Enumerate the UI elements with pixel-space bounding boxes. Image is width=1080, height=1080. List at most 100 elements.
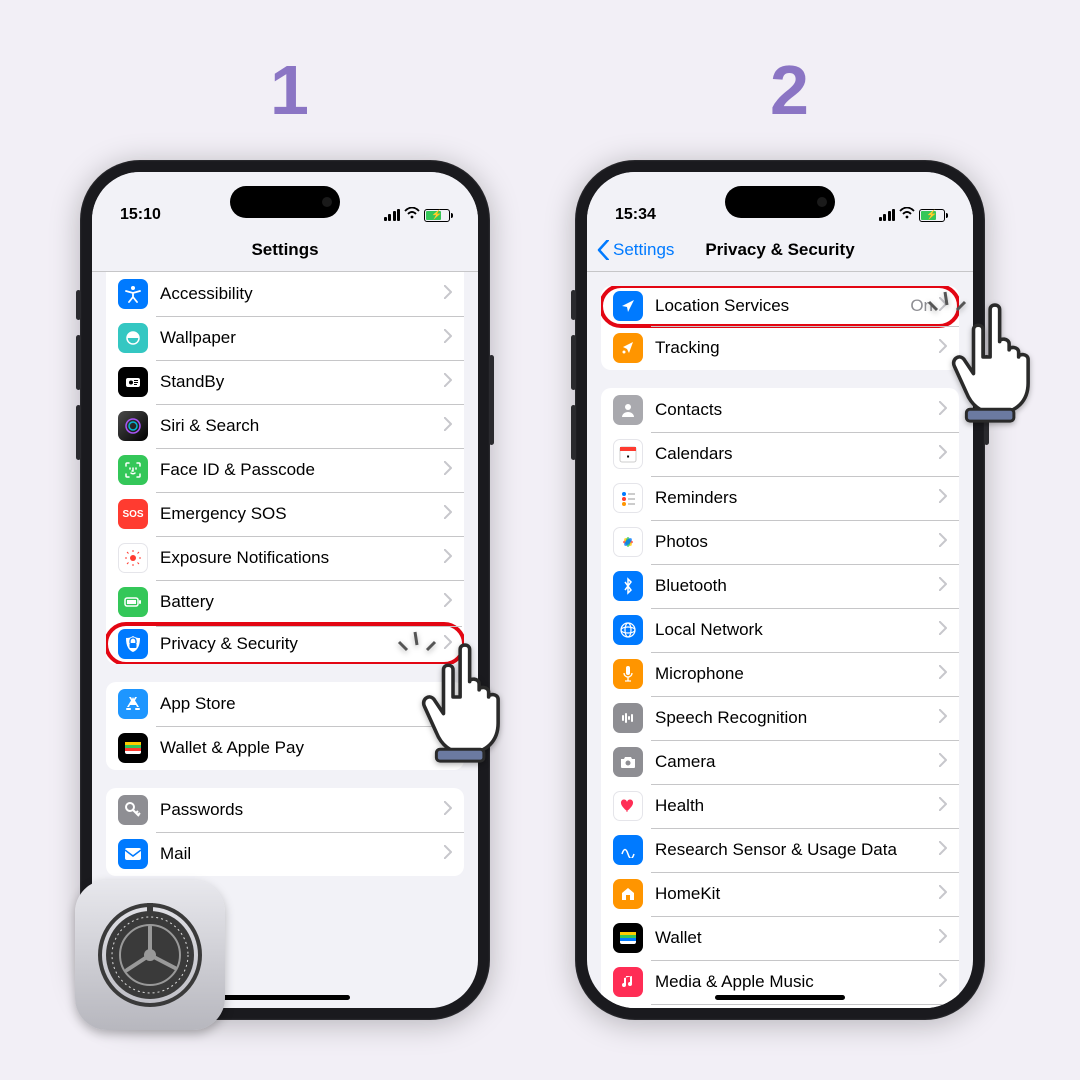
tap-indicator-1 [415, 640, 510, 770]
row-label: Face ID & Passcode [160, 460, 444, 480]
nav-bar: Settings Privacy & Security [587, 228, 973, 272]
appstore-icon [118, 689, 148, 719]
nav-back-button[interactable]: Settings [597, 240, 674, 260]
row-passwords[interactable]: Passwords [106, 788, 464, 832]
row-accessibility[interactable]: Accessibility [106, 272, 464, 316]
row-label: Microphone [655, 664, 939, 684]
nav-bar: Settings [92, 228, 478, 272]
chevron-icon [939, 753, 947, 772]
nav-back-label: Settings [613, 240, 674, 260]
chevron-icon [939, 885, 947, 904]
svg-text:▪: ▪ [627, 452, 630, 461]
chevron-icon [939, 665, 947, 684]
row-mail[interactable]: Mail [106, 832, 464, 876]
chevron-icon [444, 593, 452, 612]
row-contacts[interactable]: Contacts [601, 388, 959, 432]
row-sos[interactable]: SOS Emergency SOS [106, 492, 464, 536]
row-calendars[interactable]: ▪ Calendars [601, 432, 959, 476]
wifi-icon [899, 206, 915, 224]
row-faceid[interactable]: Face ID & Passcode [106, 448, 464, 492]
row-label: Camera [655, 752, 939, 772]
row-label: Reminders [655, 488, 939, 508]
row-health[interactable]: Health [601, 784, 959, 828]
battery-icon: ⚡ [919, 209, 945, 222]
chevron-icon [444, 505, 452, 524]
row-speech[interactable]: Speech Recognition [601, 696, 959, 740]
exposure-icon [118, 543, 148, 573]
phone-mockup-2: 15:34 ⚡ Settings Privacy & Security Loca… [575, 160, 985, 1020]
row-bluetooth[interactable]: Bluetooth [601, 564, 959, 608]
chevron-icon [939, 621, 947, 640]
row-local-network[interactable]: Local Network [601, 608, 959, 652]
contacts-icon [613, 395, 643, 425]
chevron-icon [939, 973, 947, 992]
home-indicator[interactable] [715, 995, 845, 1000]
row-label: Accessibility [160, 284, 444, 304]
microphone-icon [613, 659, 643, 689]
health-icon [613, 791, 643, 821]
row-camera[interactable]: Camera [601, 740, 959, 784]
settings-group-3: Passwords Mail [106, 788, 464, 876]
chevron-icon [444, 549, 452, 568]
chevron-icon [444, 845, 452, 864]
row-label: Wallet [655, 928, 939, 948]
chevron-icon [939, 577, 947, 596]
step-number-2: 2 [770, 50, 809, 130]
row-label: Calendars [655, 444, 939, 464]
row-label: HomeKit [655, 884, 939, 904]
row-label: Battery [160, 592, 444, 612]
row-files[interactable]: Files and Folders [601, 1004, 959, 1008]
speech-icon [613, 703, 643, 733]
row-label: Contacts [655, 400, 939, 420]
chevron-icon [939, 841, 947, 860]
siri-icon [118, 411, 148, 441]
row-label: Health [655, 796, 939, 816]
row-siri[interactable]: Siri & Search [106, 404, 464, 448]
chevron-icon [444, 329, 452, 348]
camera-icon [613, 747, 643, 777]
battery-icon: ⚡ [424, 209, 450, 222]
row-battery[interactable]: Battery [106, 580, 464, 624]
chevron-icon [939, 533, 947, 552]
row-label: Wallet & Apple Pay [160, 738, 444, 758]
row-tracking[interactable]: Tracking [601, 326, 959, 370]
row-standby[interactable]: StandBy [106, 360, 464, 404]
chevron-icon [939, 797, 947, 816]
wifi-icon [404, 206, 420, 224]
chevron-icon [444, 373, 452, 392]
settings-group-1: Accessibility Wallpaper StandBy Siri & S… [106, 272, 464, 664]
cellular-icon [879, 209, 896, 221]
row-wallpaper[interactable]: Wallpaper [106, 316, 464, 360]
row-label: Speech Recognition [655, 708, 939, 728]
tracking-icon [613, 333, 643, 363]
row-label: Siri & Search [160, 416, 444, 436]
row-label: Location Services [655, 296, 910, 316]
row-homekit[interactable]: HomeKit [601, 872, 959, 916]
dynamic-island [725, 186, 835, 218]
privacy-icon [118, 629, 148, 659]
standby-icon [118, 367, 148, 397]
row-exposure[interactable]: Exposure Notifications [106, 536, 464, 580]
row-label: Exposure Notifications [160, 548, 444, 568]
row-photos[interactable]: Photos [601, 520, 959, 564]
nav-title: Settings [251, 240, 318, 260]
row-wallet[interactable]: Wallet & Apple Pay [106, 726, 464, 770]
row-label: Emergency SOS [160, 504, 444, 524]
row-research[interactable]: Research Sensor & Usage Data [601, 828, 959, 872]
research-icon [613, 835, 643, 865]
chevron-icon [444, 461, 452, 480]
chevron-icon [939, 929, 947, 948]
chevron-icon [939, 445, 947, 464]
chevron-icon [939, 489, 947, 508]
row-microphone[interactable]: Microphone [601, 652, 959, 696]
row-reminders[interactable]: Reminders [601, 476, 959, 520]
sos-icon: SOS [118, 499, 148, 529]
row-location-services[interactable]: Location Services On [601, 286, 959, 328]
network-icon [613, 615, 643, 645]
row-label: Research Sensor & Usage Data [655, 840, 939, 860]
tap-indicator-2 [945, 300, 1040, 430]
row-wallet2[interactable]: Wallet [601, 916, 959, 960]
home-indicator[interactable] [220, 995, 350, 1000]
music-icon [613, 967, 643, 997]
faceid-icon [118, 455, 148, 485]
